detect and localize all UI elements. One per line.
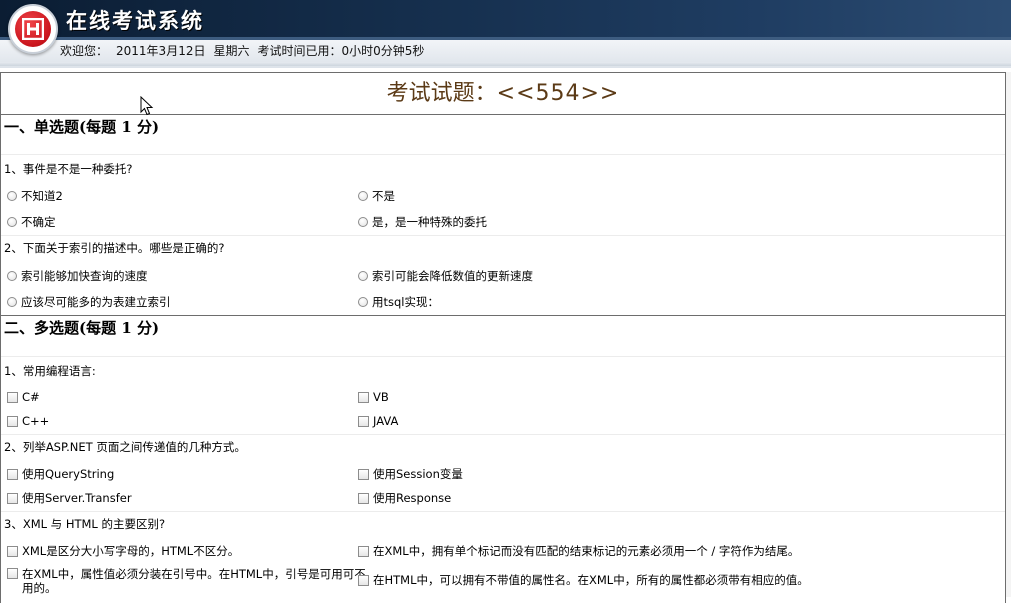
question-text: 2、下面关于索引的描述中。哪些是正确的? — [4, 241, 225, 255]
option-label: 使用Response — [373, 491, 452, 505]
header-divider — [0, 62, 1011, 66]
mouse-cursor-icon — [140, 96, 154, 116]
checkbox-icon[interactable] — [7, 415, 18, 427]
divider — [1, 434, 1005, 435]
option-label: 使用QueryString — [22, 467, 115, 481]
current-date: 2011年3月12日 — [116, 44, 206, 58]
divider — [1, 154, 1005, 155]
elapsed-label: 考试时间已用： — [257, 44, 342, 58]
question-text: 1、常用编程语言: — [4, 364, 96, 378]
option-label: 索引能够加快查询的速度 — [21, 269, 148, 283]
radio-icon[interactable] — [7, 271, 17, 281]
divider — [1, 315, 1005, 316]
option-label: 索引可能会降低数值的更新速度 — [372, 269, 533, 283]
option-label: 在XML中，拥有单个标记而没有匹配的结束标记的元素必须用一个 / 字符作为结尾。 — [373, 544, 800, 558]
scrollbar-edge[interactable] — [1006, 72, 1011, 597]
option-label: 不是 — [372, 189, 395, 203]
checkbox-icon[interactable] — [358, 415, 369, 427]
logo-icon — [8, 4, 58, 54]
option-label: 使用Session变量 — [373, 467, 463, 481]
checkbox-option[interactable]: 使用Server.Transfer — [7, 491, 132, 505]
option-label: 应该尽可能多的为表建立索引 — [21, 295, 171, 309]
checkbox-option[interactable]: 使用Session变量 — [358, 467, 463, 481]
exam-paper: 考试试题：<<554>> 一、单选题(每题 1 分) 1、事件是不是一种委托? … — [0, 72, 1006, 603]
checkbox-option[interactable]: 在XML中，拥有单个标记而没有匹配的结束标记的元素必须用一个 / 字符作为结尾。 — [358, 544, 799, 558]
option-label: 不知道2 — [21, 189, 63, 203]
option-label: 在HTML中，可以拥有不带值的属性名。在XML中，所有的属性都必须带有相应的值。 — [373, 573, 809, 587]
app-header: 在线考试系统 欢迎您： 2011年3月12日 星期六 考试时间已用：0小时0分钟5秒 — [0, 0, 1011, 68]
divider — [1, 356, 1005, 357]
app-title: 在线考试系统 — [66, 8, 204, 33]
radio-icon[interactable] — [7, 297, 17, 307]
checkbox-option[interactable]: C++ — [7, 414, 49, 428]
option-label: 使用Server.Transfer — [22, 491, 132, 505]
radio-option[interactable]: 不知道2 — [7, 189, 63, 203]
checkbox-option[interactable]: 使用QueryString — [7, 467, 114, 481]
checkbox-icon[interactable] — [7, 568, 18, 579]
radio-option[interactable]: 索引能够加快查询的速度 — [7, 269, 148, 283]
exam-title-prefix: 考试试题： — [386, 81, 497, 106]
checkbox-icon[interactable] — [358, 492, 369, 504]
radio-icon[interactable] — [358, 191, 368, 201]
option-label: C# — [22, 390, 40, 404]
option-label: XML是区分大小写字母的，HTML不区分。 — [22, 544, 240, 558]
radio-option[interactable]: 不是 — [358, 189, 395, 203]
option-label: 是，是一种特殊的委托 — [372, 215, 487, 229]
radio-option[interactable]: 是，是一种特殊的委托 — [358, 215, 487, 229]
checkbox-icon[interactable] — [358, 468, 369, 480]
checkbox-option[interactable]: XML是区分大小写字母的，HTML不区分。 — [7, 544, 239, 558]
status-bar: 欢迎您： 2011年3月12日 星期六 考试时间已用：0小时0分钟5秒 — [60, 43, 432, 59]
current-weekday: 星期六 — [213, 44, 250, 58]
divider — [1, 235, 1005, 236]
checkbox-option[interactable]: 在HTML中，可以拥有不带值的属性名。在XML中，所有的属性都必须带有相应的值。 — [358, 573, 809, 587]
elapsed-time: 0小时0分钟5秒 — [341, 44, 425, 58]
option-label: VB — [373, 390, 389, 404]
radio-icon[interactable] — [358, 271, 368, 281]
section-multi-choice-heading: 二、多选题(每题 1 分) — [4, 319, 160, 337]
checkbox-option[interactable]: C# — [7, 390, 40, 404]
radio-option[interactable]: 应该尽可能多的为表建立索引 — [7, 295, 171, 309]
checkbox-icon[interactable] — [7, 391, 18, 403]
section-single-choice-heading: 一、单选题(每题 1 分) — [4, 118, 160, 136]
checkbox-icon[interactable] — [7, 492, 18, 504]
checkbox-icon[interactable] — [358, 391, 369, 403]
option-label: JAVA — [373, 414, 399, 428]
checkbox-option[interactable]: VB — [358, 390, 389, 404]
checkbox-option[interactable]: JAVA — [358, 414, 398, 428]
checkbox-icon[interactable] — [358, 574, 369, 586]
checkbox-icon[interactable] — [7, 545, 18, 557]
exam-code: <<554>> — [496, 81, 620, 106]
radio-icon[interactable] — [358, 217, 368, 227]
checkbox-option[interactable]: 使用Response — [358, 491, 451, 505]
radio-option[interactable]: 不确定 — [7, 215, 56, 229]
divider — [1, 511, 1005, 512]
option-label: C++ — [22, 414, 50, 428]
checkbox-icon[interactable] — [7, 468, 18, 480]
question-text: 1、事件是不是一种委托? — [4, 162, 133, 176]
radio-icon[interactable] — [7, 191, 17, 201]
radio-icon[interactable] — [7, 217, 17, 227]
radio-option[interactable]: 索引可能会降低数值的更新速度 — [358, 269, 533, 283]
question-text: 3、XML 与 HTML 的主要区别? — [4, 517, 166, 531]
question-text: 2、列举ASP.NET 页面之间传递值的几种方式。 — [4, 440, 246, 454]
option-label: 用tsql实现： — [372, 295, 439, 309]
option-label: 在XML中，属性值必须分装在引号中。在HTML中，引号是可用可不用的。 — [22, 567, 366, 595]
welcome-text: 欢迎您： — [60, 44, 109, 58]
radio-icon[interactable] — [358, 297, 368, 307]
option-label: 不确定 — [21, 215, 56, 229]
radio-option[interactable]: 用tsql实现： — [358, 295, 439, 309]
checkbox-icon[interactable] — [358, 545, 369, 557]
checkbox-option[interactable]: 在XML中，属性值必须分装在引号中。在HTML中，引号是可用可不用的。 — [7, 567, 368, 595]
